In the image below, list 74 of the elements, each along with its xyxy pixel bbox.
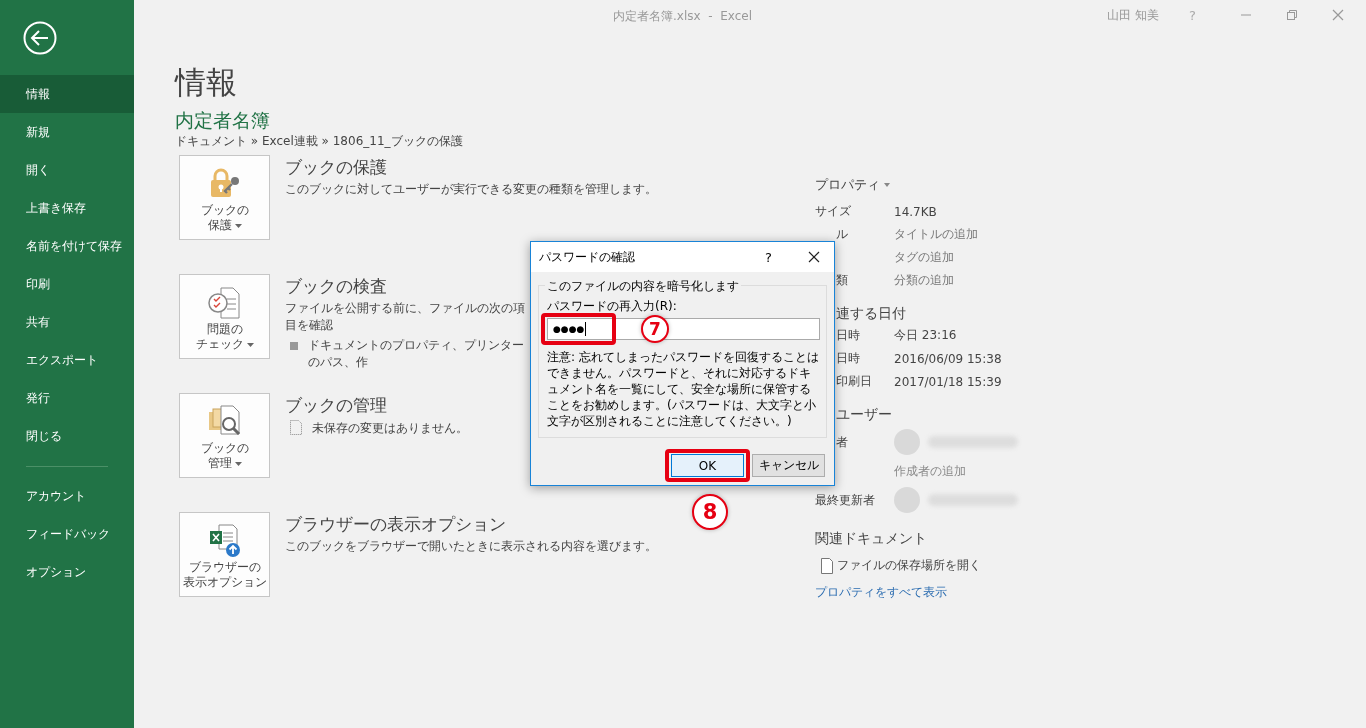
dropdown-caret-icon xyxy=(884,183,890,187)
section-heading: ユーザー xyxy=(835,405,893,424)
close-icon[interactable] xyxy=(808,251,820,263)
bullet-square-icon xyxy=(290,342,298,350)
property-label: 者 xyxy=(836,434,848,449)
sidebar-item[interactable]: フィードバック xyxy=(0,515,134,553)
bullet-text: ドキュメントのプロパティ、プリンターのパス、作 xyxy=(308,337,525,371)
section-heading: ブックの管理 xyxy=(285,394,388,417)
property-label: 最終更新者 xyxy=(815,492,875,507)
section-button[interactable]: ブラウザーの 表示オプション xyxy=(179,512,270,597)
section-description: ファイルを公開する前に、ファイルの次の項目を確認 xyxy=(285,300,526,334)
section-description: このブックをブラウザーで開いたときに表示される内容を選びます。 xyxy=(285,538,657,555)
dropdown-caret-icon xyxy=(246,342,254,347)
status-text: 未保存の変更はありません。 xyxy=(312,420,468,437)
add-property-link[interactable]: タイトルの追加 xyxy=(894,226,978,243)
sidebar-item[interactable]: 閉じる xyxy=(0,417,134,455)
property-value: 2016/06/09 15:38 xyxy=(894,351,1002,366)
breadcrumb-path: ドキュメント » Excel連載 » 1806_11_ブックの保護 xyxy=(175,133,464,149)
section-heading: ブックの保護 xyxy=(285,156,388,179)
property-value: 2017/01/18 15:39 xyxy=(894,374,1002,389)
dialog-title: パスワードの確認 xyxy=(539,248,636,266)
section-heading: 関連ドキュメント xyxy=(815,529,928,548)
add-property-link[interactable]: タグの追加 xyxy=(894,249,954,266)
sidebar-item[interactable]: 新規 xyxy=(0,113,134,151)
open-location-link[interactable]: ファイルの保存場所を開く xyxy=(837,557,981,574)
step-number: 8 xyxy=(692,494,728,530)
sidebar-item[interactable]: 共有 xyxy=(0,303,134,341)
avatar-placeholder xyxy=(894,487,920,513)
section-heading: ブラウザーの表示オプション xyxy=(285,513,507,536)
add-author-link[interactable]: 作成者の追加 xyxy=(894,462,966,480)
cancel-button[interactable]: キャンセル xyxy=(752,454,825,477)
section-description: このブックに対してユーザーが実行できる変更の種類を管理します。 xyxy=(285,181,657,198)
property-label: 印刷日 xyxy=(836,374,872,388)
user-name: 山田 知美 xyxy=(1107,6,1160,24)
restore-icon[interactable] xyxy=(1286,9,1298,21)
window-title: 内定者名簿.xlsx - Excel xyxy=(613,8,752,25)
group-title: このファイルの内容を暗号化します xyxy=(545,278,741,295)
sidebar-item[interactable]: 情報 xyxy=(0,75,134,113)
warning-text: 注意: 忘れてしまったパスワードを回復することはできません。パスワードと、それに対応するドキュメント名を一覧にして、安全な場所に保管することをお勧めします。(パスワードは、大文字と小文字が区別されることに注意してください。) xyxy=(547,349,820,429)
property-value: 14.7KB xyxy=(894,204,937,219)
sidebar-item[interactable]: アカウント xyxy=(0,477,134,515)
avatar-placeholder xyxy=(894,429,920,455)
help-button[interactable]: ? xyxy=(765,249,772,265)
property-label: 日時 xyxy=(836,351,860,365)
sidebar-item[interactable]: 名前を付けて保存 xyxy=(0,227,134,265)
property-value: 今日 23:16 xyxy=(894,327,957,344)
page-title: 情報 xyxy=(175,63,238,102)
show-all-properties-link[interactable]: プロパティをすべて表示 xyxy=(815,584,947,601)
step-number: 7 xyxy=(641,315,669,343)
sidebar-item[interactable]: 発行 xyxy=(0,379,134,417)
dropdown-caret-icon xyxy=(234,223,242,228)
section-button[interactable]: 問題の チェック xyxy=(179,274,270,359)
section-button[interactable]: ブックの 管理 xyxy=(179,393,270,478)
document-icon xyxy=(821,557,833,574)
property-label: 類 xyxy=(836,273,848,287)
ok-button[interactable]: OK xyxy=(671,454,744,477)
section-heading: ブックの検査 xyxy=(285,275,388,298)
field-label: パスワードの再入力(R): xyxy=(547,299,678,314)
property-label: ル xyxy=(836,227,848,241)
sidebar-item[interactable]: 開く xyxy=(0,151,134,189)
section-button[interactable]: ブックの 保護 xyxy=(179,155,270,240)
dropdown-caret-icon xyxy=(234,461,242,466)
checklist-document-icon xyxy=(206,285,243,321)
document-name: 内定者名簿 xyxy=(175,108,271,132)
sidebar-item[interactable]: 印刷 xyxy=(0,265,134,303)
property-label: サイズ xyxy=(815,204,851,218)
property-label: 日時 xyxy=(836,328,860,342)
sidebar-item[interactable]: エクスポート xyxy=(0,341,134,379)
properties-heading[interactable]: プロパティ xyxy=(815,175,890,195)
section-heading: 連する日付 xyxy=(835,304,907,323)
add-property-link[interactable]: 分類の追加 xyxy=(894,272,954,289)
dotted-document-icon xyxy=(290,420,302,435)
sidebar-item[interactable]: オプション xyxy=(0,553,134,591)
sidebar-item[interactable]: 上書き保存 xyxy=(0,189,134,227)
